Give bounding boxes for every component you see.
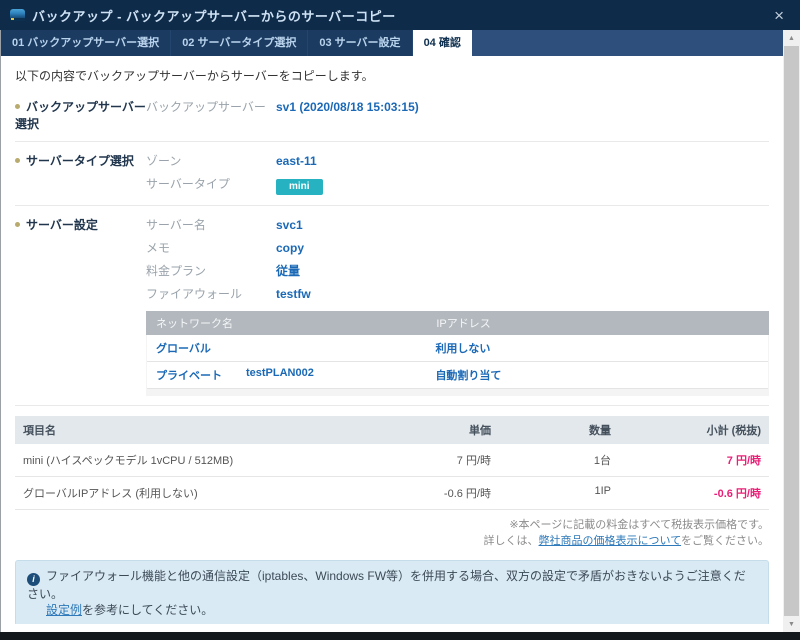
field-row: 料金プラン 従量 xyxy=(146,260,769,283)
scrollbar-thumb[interactable] xyxy=(784,46,799,616)
server-type-badge: mini xyxy=(276,179,323,195)
field-label: バックアップサーバー xyxy=(146,96,276,119)
field-label: ゾーン xyxy=(146,150,276,173)
dialog-body: 01 バックアップサーバー選択 02 サーバータイプ選択 03 サーバー設定 0… xyxy=(0,30,783,632)
bullet-icon xyxy=(15,222,20,227)
field-value: 従量 xyxy=(276,260,300,283)
close-icon[interactable]: × xyxy=(768,5,790,26)
tab-backup-server-select[interactable]: 01 バックアップサーバー選択 xyxy=(1,30,171,56)
field-value: east-11 xyxy=(276,150,317,173)
field-label: メモ xyxy=(146,237,276,260)
subtotal-value: 7 円/時 xyxy=(619,444,769,476)
bottom-strip xyxy=(0,632,800,640)
dialog-titlebar: バックアップ - バックアップサーバーからのサーバーコピー × xyxy=(0,0,800,30)
subtotal-value: -0.6 円/時 xyxy=(619,477,769,509)
item-name: mini (ハイスペックモデル 1vCPU / 512MB) xyxy=(15,444,354,476)
scroll-up-icon[interactable]: ▲ xyxy=(783,30,800,46)
network-table-header: ネットワーク名 IPアドレス xyxy=(146,311,769,335)
ip-address-header: IPアドレス xyxy=(426,311,769,335)
tab-confirm[interactable]: 04 確認 xyxy=(413,30,472,56)
field-row: メモ copy xyxy=(146,237,769,260)
config-example-link[interactable]: 設定例 xyxy=(46,603,82,617)
field-value: copy xyxy=(276,237,304,260)
price-table-header: 項目名 単価 数量 小計 (税抜) xyxy=(15,416,769,444)
unit-price: 7 円/時 xyxy=(354,444,499,476)
info-icon: i xyxy=(27,573,40,586)
network-name: プライベート xyxy=(156,367,222,383)
table-row: プライベート testPLAN002 自動割り当て xyxy=(147,362,768,389)
table-row: グローバルIPアドレス (利用しない) -0.6 円/時 1IP -0.6 円/… xyxy=(15,477,769,510)
unit-price-header: 単価 xyxy=(354,416,499,444)
field-label: サーバータイプ xyxy=(146,173,276,196)
field-row: ゾーン east-11 xyxy=(146,150,769,173)
info-line2: 設定例を参考にしてください。 xyxy=(27,602,757,618)
bullet-icon xyxy=(15,104,20,109)
tab-server-type-select[interactable]: 02 サーバータイプ選択 xyxy=(171,30,308,56)
table-row: mini (ハイスペックモデル 1vCPU / 512MB) 7 円/時 1台 … xyxy=(15,444,769,477)
section-backup-server: バックアップサーバー選択 バックアップサーバー sv1 (2020/08/18 … xyxy=(15,88,769,142)
backup-copy-dialog: バックアップ - バックアップサーバーからのサーバーコピー × 01 バックアッ… xyxy=(0,0,800,640)
field-label: ファイアウォール xyxy=(146,283,276,306)
info-line1: iファイアウォール機能と他の通信設定（iptables、Windows FW等）… xyxy=(27,568,757,602)
quantity-header: 数量 xyxy=(499,416,619,444)
network-table: ネットワーク名 IPアドレス グローバル 利用しない xyxy=(146,311,769,396)
field-row: ファイアウォール testfw xyxy=(146,283,769,306)
scrollbar[interactable]: ▲ ▼ xyxy=(783,30,800,632)
section-title: バックアップサーバー選択 xyxy=(15,96,146,132)
network-ip: 利用しない xyxy=(426,335,768,361)
section-title: サーバータイプ選択 xyxy=(15,150,146,196)
network-name-header: ネットワーク名 xyxy=(146,311,426,335)
quantity: 1台 xyxy=(499,444,619,476)
intro-text: 以下の内容でバックアップサーバーからサーバーをコピーします。 xyxy=(15,67,769,84)
price-table: 項目名 単価 数量 小計 (税抜) mini (ハイスペックモデル 1vCPU … xyxy=(15,416,769,510)
tab-server-settings[interactable]: 03 サーバー設定 xyxy=(308,30,412,56)
wizard-tabs: 01 バックアップサーバー選択 02 サーバータイプ選択 03 サーバー設定 0… xyxy=(1,30,783,56)
subtotal-header: 小計 (税抜) xyxy=(619,416,769,444)
section-server-settings: サーバー設定 サーバー名 svc1 メモ copy 料金プラン 従量 xyxy=(15,206,769,406)
tax-note-line2: 詳しくは、弊社商品の価格表示についてをご覧ください。 xyxy=(15,533,769,549)
tax-note-line1: ※本ページに記載の料金はすべて税抜表示価格です。 xyxy=(15,517,769,533)
backup-icon xyxy=(10,9,25,21)
field-label: 料金プラン xyxy=(146,260,276,283)
field-value: testfw xyxy=(276,283,311,306)
section-title: サーバー設定 xyxy=(15,214,146,396)
network-detail: testPLAN002 xyxy=(246,367,314,383)
field-value: sv1 (2020/08/18 15:03:15) xyxy=(276,96,419,119)
network-ip: 自動割り当て xyxy=(426,362,768,388)
tax-note: ※本ページに記載の料金はすべて税抜表示価格です。 詳しくは、弊社商品の価格表示に… xyxy=(15,517,769,549)
confirm-content: 以下の内容でバックアップサーバーからサーバーをコピーします。 バックアップサーバ… xyxy=(1,56,783,624)
field-row: サーバータイプ mini xyxy=(146,173,769,196)
bullet-icon xyxy=(15,158,20,163)
price-display-link[interactable]: 弊社商品の価格表示について xyxy=(539,535,681,547)
quantity: 1IP xyxy=(499,477,619,509)
dialog-title: バックアップ - バックアップサーバーからのサーバーコピー xyxy=(32,6,396,25)
firewall-info-box: iファイアウォール機能と他の通信設定（iptables、Windows FW等）… xyxy=(15,560,769,624)
scroll-down-icon[interactable]: ▼ xyxy=(783,616,800,632)
section-server-type: サーバータイプ選択 ゾーン east-11 サーバータイプ mini xyxy=(15,142,769,206)
field-row: バックアップサーバー sv1 (2020/08/18 15:03:15) xyxy=(146,96,769,119)
item-name-header: 項目名 xyxy=(15,416,354,444)
network-name: グローバル xyxy=(156,340,211,356)
unit-price: -0.6 円/時 xyxy=(354,477,499,509)
table-row: グローバル 利用しない xyxy=(147,335,768,362)
field-value: svc1 xyxy=(276,214,303,237)
item-name: グローバルIPアドレス (利用しない) xyxy=(15,477,354,509)
field-label: サーバー名 xyxy=(146,214,276,237)
field-row: サーバー名 svc1 xyxy=(146,214,769,237)
